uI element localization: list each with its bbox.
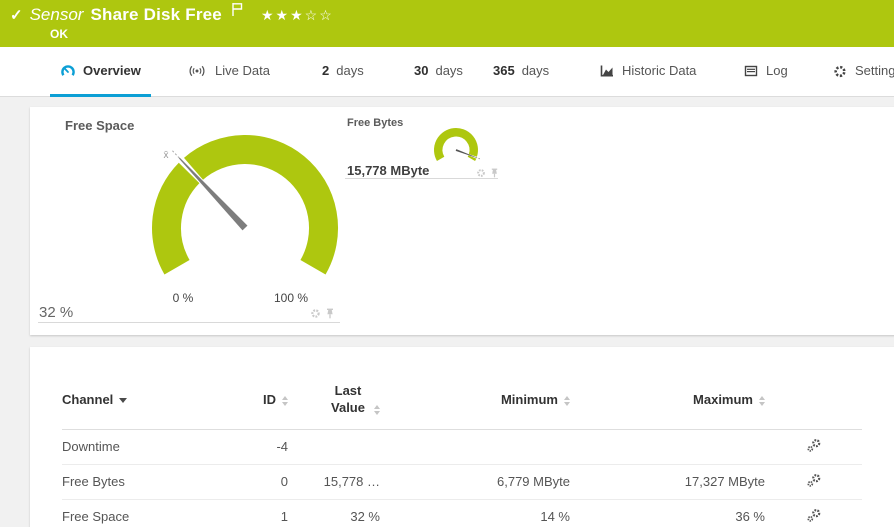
cell-last-value <box>288 429 380 464</box>
cell-maximum <box>570 429 765 464</box>
cell-maximum: 17,327 MByte <box>570 464 765 499</box>
cell-channel[interactable]: Free Space <box>62 499 202 527</box>
edit-channel-icon[interactable] <box>806 438 822 453</box>
cell-maximum: 36 % <box>570 499 765 527</box>
cell-id: 0 <box>202 464 288 499</box>
tab-live-data[interactable]: Live Data <box>176 47 280 94</box>
gear-icon <box>832 63 848 79</box>
star-empty-icon: ☆ <box>305 7 320 23</box>
column-header-channel[interactable]: Channel <box>62 377 202 429</box>
sort-icon <box>564 396 570 406</box>
tab-log[interactable]: Log <box>733 47 798 94</box>
area-chart-icon <box>599 63 615 79</box>
edit-channel-icon[interactable] <box>806 508 822 523</box>
column-header-last-value[interactable]: Last Value <box>288 377 380 429</box>
gauge-settings-icon[interactable] <box>310 308 321 319</box>
flag-icon[interactable] <box>231 2 244 22</box>
table-row: Downtime -4 <box>62 429 862 464</box>
edit-channel-icon[interactable] <box>806 473 822 488</box>
tab-overview[interactable]: Overview <box>50 47 151 97</box>
secondary-cell-divider <box>345 178 498 179</box>
secondary-gauge-actions <box>476 168 499 178</box>
primary-gauge-value: 32 % <box>39 304 73 321</box>
tab-365-days[interactable]: 365 days <box>483 47 559 94</box>
live-data-icon <box>186 63 208 79</box>
tab-2-days[interactable]: 2 days <box>312 47 374 94</box>
table-row: Free Space 1 32 % 14 % 36 % <box>62 499 862 527</box>
star-filled-icon: ★ <box>276 7 291 23</box>
channels-table: Channel ID Last Value Minimum Maximum <box>62 377 862 527</box>
column-header-maximum[interactable]: Maximum <box>570 377 765 429</box>
table-header-row: Channel ID Last Value Minimum Maximum <box>62 377 862 429</box>
cell-minimum: 14 % <box>380 499 570 527</box>
cell-last-value: 15,778 … <box>288 464 380 499</box>
sensor-title: Share Disk Free <box>90 5 222 25</box>
column-header-id[interactable]: ID <box>202 377 288 429</box>
gauge-settings-icon[interactable] <box>476 168 486 178</box>
priority-rating[interactable]: ★★★☆☆ <box>261 7 334 24</box>
cell-minimum <box>380 429 570 464</box>
cell-last-value: 32 % <box>288 499 380 527</box>
gauge-icon <box>60 63 76 79</box>
primary-cell-divider <box>38 322 340 323</box>
table-row: Free Bytes 0 15,778 … 6,779 MByte 17,327… <box>62 464 862 499</box>
cell-minimum: 6,779 MByte <box>380 464 570 499</box>
gauges-panel: Free Space x̄ 0 % 100 % 32 % <box>30 107 894 335</box>
log-list-icon <box>743 63 759 79</box>
prtg-sensor-overview-page: ✓ Sensor Share Disk Free ★★★☆☆ OK Overvi… <box>0 0 894 527</box>
star-filled-icon: ★ <box>290 7 305 23</box>
star-empty-icon: ☆ <box>319 7 334 23</box>
status-badge: OK <box>50 27 68 41</box>
tab-historic-data[interactable]: Historic Data <box>589 47 706 94</box>
star-filled-icon: ★ <box>261 7 276 23</box>
cell-channel[interactable]: Downtime <box>62 429 202 464</box>
average-marker: x̄ <box>164 150 169 161</box>
channels-panel: Channel ID Last Value Minimum Maximum <box>30 347 894 527</box>
primary-gauge-min-label: 0 % <box>161 291 205 305</box>
pin-icon[interactable] <box>490 168 499 178</box>
secondary-gauge-title: Free Bytes <box>347 117 403 129</box>
cell-channel[interactable]: Free Bytes <box>62 464 202 499</box>
ok-check-icon: ✓ <box>10 8 23 23</box>
cell-id: -4 <box>202 429 288 464</box>
sort-icon <box>374 405 380 415</box>
cell-actions <box>765 429 862 464</box>
sort-icon <box>759 396 765 406</box>
pin-icon[interactable] <box>325 308 335 319</box>
sensor-status-header: ✓ Sensor Share Disk Free ★★★☆☆ OK <box>0 0 894 47</box>
sensor-tabbar: Overview Live Data 2 days 30 days 365 da… <box>0 47 894 97</box>
primary-gauge-actions <box>310 308 335 319</box>
primary-gauge-max-label: 100 % <box>269 291 313 305</box>
column-header-minimum[interactable]: Minimum <box>380 377 570 429</box>
cell-actions <box>765 464 862 499</box>
sort-icon <box>282 396 288 406</box>
tab-30-days[interactable]: 30 days <box>404 47 473 94</box>
primary-gauge: x̄ <box>95 108 395 328</box>
column-header-actions <box>765 377 862 429</box>
sort-desc-icon <box>119 398 127 403</box>
cell-actions <box>765 499 862 527</box>
object-kind-label: Sensor <box>30 5 84 25</box>
secondary-gauge-value: 15,778 MByte <box>347 163 429 178</box>
tab-settings[interactable]: Settings <box>822 47 894 94</box>
cell-id: 1 <box>202 499 288 527</box>
